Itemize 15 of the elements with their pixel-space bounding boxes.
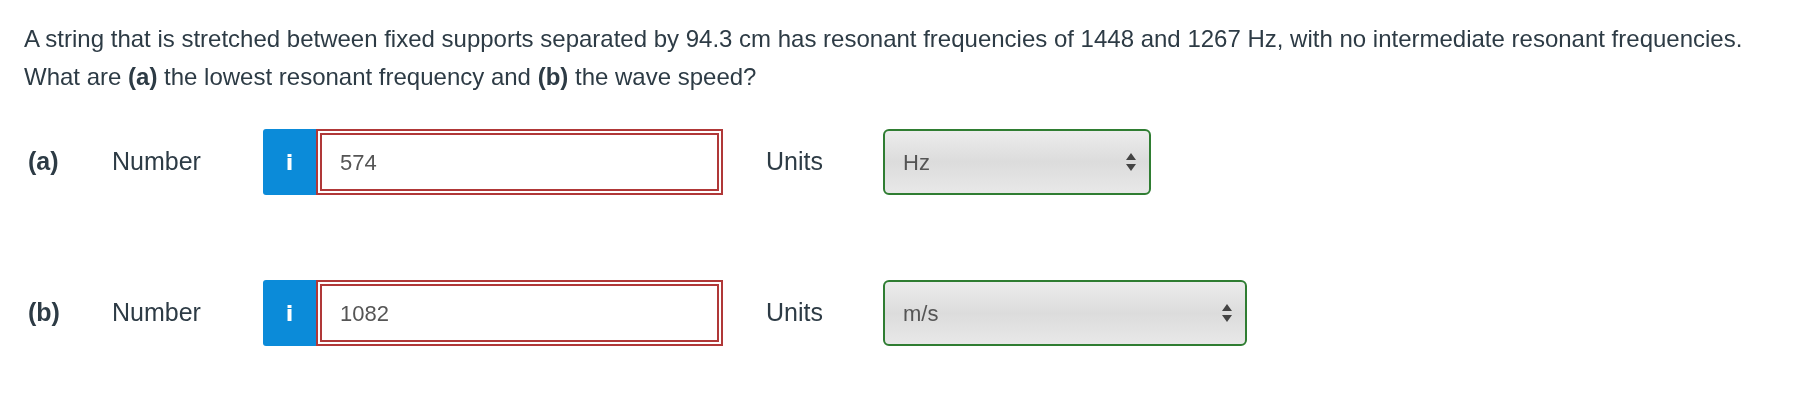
question-text: A string that is stretched between fixed supports separated by 94.3 cm has resonant frequencies of 1448 and 1267 Hz, with no intermediate resonant frequencies. What are (a) the lowest resonant frequency and (b) the wave speed? bbox=[24, 24, 1744, 92]
sort-arrows-icon bbox=[1221, 303, 1233, 323]
units-label: Units bbox=[766, 146, 824, 178]
info-button[interactable]: i bbox=[263, 280, 316, 346]
part-label: (a) bbox=[28, 146, 60, 178]
info-button[interactable]: i bbox=[263, 129, 316, 195]
part-label: (b) bbox=[28, 297, 61, 329]
answer-field[interactable]: 574 bbox=[316, 129, 723, 195]
sort-arrows-icon bbox=[1125, 152, 1137, 172]
unit-select[interactable]: Hz bbox=[883, 129, 1151, 195]
units-label: Units bbox=[766, 297, 824, 329]
field-label: Number bbox=[112, 297, 202, 329]
unit-select[interactable]: m/s bbox=[883, 280, 1247, 346]
answer-field[interactable]: 1082 bbox=[316, 280, 723, 346]
field-label: Number bbox=[112, 146, 202, 178]
